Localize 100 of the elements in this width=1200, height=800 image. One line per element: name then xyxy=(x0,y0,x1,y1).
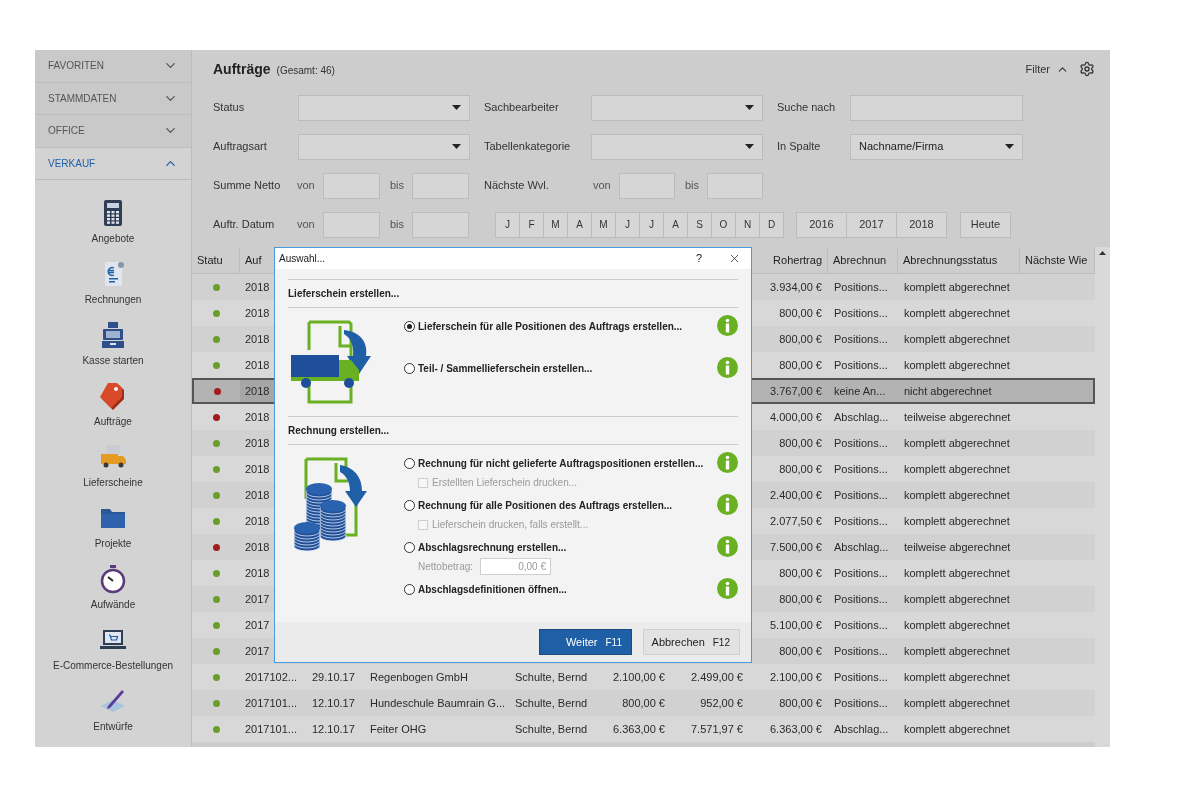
from-label: von xyxy=(297,178,316,194)
table-cell-text: Feiter OHG xyxy=(370,721,427,737)
table-cell-text: 800,00 € xyxy=(779,435,822,451)
to-label: bis xyxy=(390,178,406,194)
table-cell-text: 2018 xyxy=(245,565,270,581)
table-cell-text: 2017101... xyxy=(245,695,297,711)
table-cell-text: 12.10.17 xyxy=(312,721,355,737)
table-cell-text: Positions... xyxy=(834,669,888,685)
table-cell-text: Positions... xyxy=(834,487,888,503)
table-cell-text: 2017 xyxy=(245,643,270,659)
table-cell-text: Positions... xyxy=(834,305,888,321)
table-cell-text: 2018 xyxy=(245,539,270,555)
table-cell-text: komplett abgerechnet xyxy=(904,357,1010,373)
table-cell-text: keine An... xyxy=(834,383,886,399)
table-cell-text: 2018 xyxy=(245,409,270,425)
table-cell-text: 2.499,00 € xyxy=(691,669,743,685)
table-cell-text: 2017 xyxy=(245,591,270,607)
table-cell-text: Positions... xyxy=(834,695,888,711)
from-label: von xyxy=(593,178,612,194)
table-cell-text: komplett abgerechnet xyxy=(904,565,1010,581)
filter-label: Nächste Wvl. xyxy=(484,178,550,194)
table-cell-text: 2018 xyxy=(245,487,270,503)
table-cell-text: komplett abgerechnet xyxy=(904,513,1010,529)
table-cell-text: 29.10.17 xyxy=(312,669,355,685)
table-cell-text: Positions... xyxy=(834,435,888,451)
table-cell-text: Positions... xyxy=(834,331,888,347)
table-cell-text: 800,00 € xyxy=(779,643,822,659)
table-cell-text: 6.363,00 € xyxy=(613,721,665,737)
table-cell-text: komplett abgerechnet xyxy=(904,591,1010,607)
table-cell-text: teilweise abgerechnet xyxy=(904,409,1011,425)
page-title: Aufträge xyxy=(213,59,271,79)
table-cell-text: 800,00 € xyxy=(779,331,822,347)
table-cell-text: komplett abgerechnet xyxy=(904,305,1010,321)
total-count: (Gesamt: 46) xyxy=(276,63,335,78)
table-cell-text: komplett abgerechnet xyxy=(904,643,1010,659)
table-cell-text: 3.767,00 € xyxy=(770,383,822,399)
table-cell-text: Positions... xyxy=(834,565,888,581)
table-cell-text: Schulte, Bernd xyxy=(515,695,588,711)
checkbox-label: Lieferschein drucken, falls erstellt... xyxy=(432,518,589,532)
table-cell-text: 2017 xyxy=(245,617,270,633)
table-cell-text: 4.000,00 € xyxy=(770,409,822,425)
table-cell-text: teilweise abgerechnet xyxy=(904,539,1011,555)
table-cell-text: 3.934,00 € xyxy=(770,279,822,295)
table-cell-text: Positions... xyxy=(834,617,888,633)
table-cell-text: 2018 xyxy=(245,383,270,399)
table-cell-text: Positions... xyxy=(834,591,888,607)
table-cell-text: Abschlag... xyxy=(834,539,889,555)
filter-label: Auftr. Datum xyxy=(213,217,276,233)
table-cell-text: 800,00 € xyxy=(779,695,822,711)
table-cell-text: Hundeschule Baumrain G... xyxy=(370,695,506,711)
section-heading: Lieferschein erstellen... xyxy=(288,287,401,301)
table-cell-text: 800,00 € xyxy=(779,565,822,581)
table-cell-text: Regenbogen GmbH xyxy=(370,669,468,685)
table-cell-text: 2018 xyxy=(245,435,270,451)
table-cell-text: 2018 xyxy=(245,331,270,347)
filter-label: Summe Netto xyxy=(213,178,282,194)
table-cell-text: 2018 xyxy=(245,461,270,477)
table-cell-text: 2.100,00 € xyxy=(613,669,665,685)
table-cell-text: komplett abgerechnet xyxy=(904,435,1010,451)
filter-label: Status xyxy=(213,100,246,116)
table-cell-text: 7.500,00 € xyxy=(770,539,822,555)
table-cell-text: Positions... xyxy=(834,643,888,659)
table-cell-text: Positions... xyxy=(834,513,888,529)
dialog-title: Auswahl... xyxy=(279,252,326,266)
filter-label: Tabellenkategorie xyxy=(484,139,572,155)
table-cell-text: Positions... xyxy=(834,461,888,477)
filter-label: Suche nach xyxy=(777,100,837,116)
table-cell-text: 2017102... xyxy=(245,669,297,685)
to-label: bis xyxy=(390,217,406,233)
table-cell-text: komplett abgerechnet xyxy=(904,331,1010,347)
table-cell-text: 2018 xyxy=(245,305,270,321)
table-cell-text: 952,00 € xyxy=(700,695,743,711)
from-label: von xyxy=(297,217,316,233)
table-cell-text: 2018 xyxy=(245,279,270,295)
table-cell-text: 800,00 € xyxy=(779,357,822,373)
table-cell-text: Schulte, Bernd xyxy=(515,721,588,737)
table-cell-text: komplett abgerechnet xyxy=(904,487,1010,503)
filter-label: Sachbearbeiter xyxy=(484,100,560,116)
table-cell-text: 800,00 € xyxy=(779,461,822,477)
table-cell-text: 12.10.17 xyxy=(312,695,355,711)
table-cell-text: 800,00 € xyxy=(622,695,665,711)
filter-label: In Spalte xyxy=(777,139,822,155)
table-cell-text: komplett abgerechnet xyxy=(904,617,1010,633)
table-cell-text: komplett abgerechnet xyxy=(904,461,1010,477)
table-cell-text: 2018 xyxy=(245,513,270,529)
table-cell-text: Schulte, Bernd xyxy=(515,669,588,685)
amount-label: Nettobetrag: xyxy=(418,560,475,574)
checkbox-label: Erstellten Lieferschein drucken... xyxy=(432,476,578,490)
table-cell-text: Abschlag... xyxy=(834,409,889,425)
table-cell-text: 5.100,00 € xyxy=(770,617,822,633)
table-cell-text: 6.363,00 € xyxy=(770,721,822,737)
table-cell-text: 800,00 € xyxy=(779,305,822,321)
table-cell-text: Abschlag... xyxy=(834,721,889,737)
table-cell-text: Positions... xyxy=(834,279,888,295)
to-label: bis xyxy=(685,178,701,194)
table-cell-text: 800,00 € xyxy=(779,591,822,607)
table-cell-text: komplett abgerechnet xyxy=(904,695,1010,711)
table-cell-text: komplett abgerechnet xyxy=(904,669,1010,685)
section-heading: Rechnung erstellen... xyxy=(288,424,391,438)
table-cell-text: komplett abgerechnet xyxy=(904,279,1010,295)
